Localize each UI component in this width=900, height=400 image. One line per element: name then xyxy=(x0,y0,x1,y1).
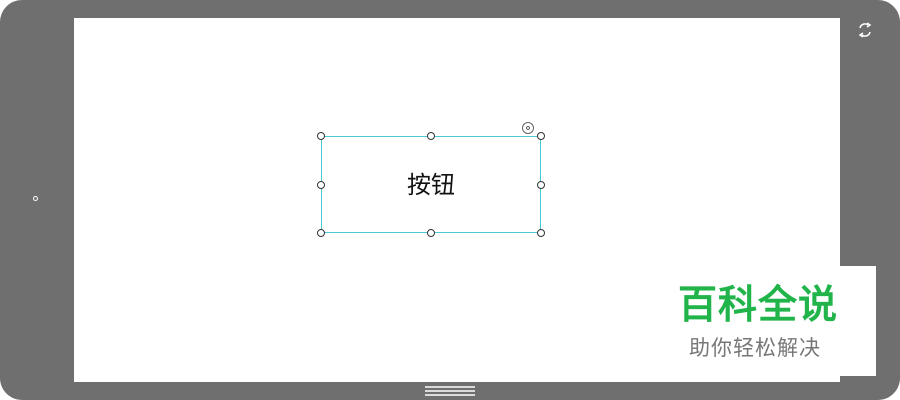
side-dot-icon xyxy=(33,196,38,201)
resize-handle-top-left[interactable] xyxy=(317,132,325,140)
home-lines-icon[interactable] xyxy=(425,384,475,398)
watermark-title: 百科全说 xyxy=(678,283,839,328)
resize-handle-top-center[interactable] xyxy=(427,132,435,140)
rotate-handle-icon[interactable] xyxy=(522,122,534,134)
resize-handle-top-right[interactable] xyxy=(537,132,545,140)
resize-handle-bottom-left[interactable] xyxy=(317,229,325,237)
selected-button-widget[interactable]: 按钮 xyxy=(321,136,541,233)
resize-handle-bottom-right[interactable] xyxy=(537,229,545,237)
tablet-device-frame: 按钮 百科全说 助你轻松解决 xyxy=(0,0,900,400)
resize-handle-middle-right[interactable] xyxy=(537,181,545,189)
rotate-icon[interactable] xyxy=(856,21,874,39)
watermark-overlay: 百科全说 助你轻松解决 xyxy=(640,266,876,376)
resize-handle-bottom-center[interactable] xyxy=(427,229,435,237)
button-label: 按钮 xyxy=(407,170,455,199)
resize-handle-middle-left[interactable] xyxy=(317,181,325,189)
watermark-subtitle: 助你轻松解决 xyxy=(689,336,821,360)
